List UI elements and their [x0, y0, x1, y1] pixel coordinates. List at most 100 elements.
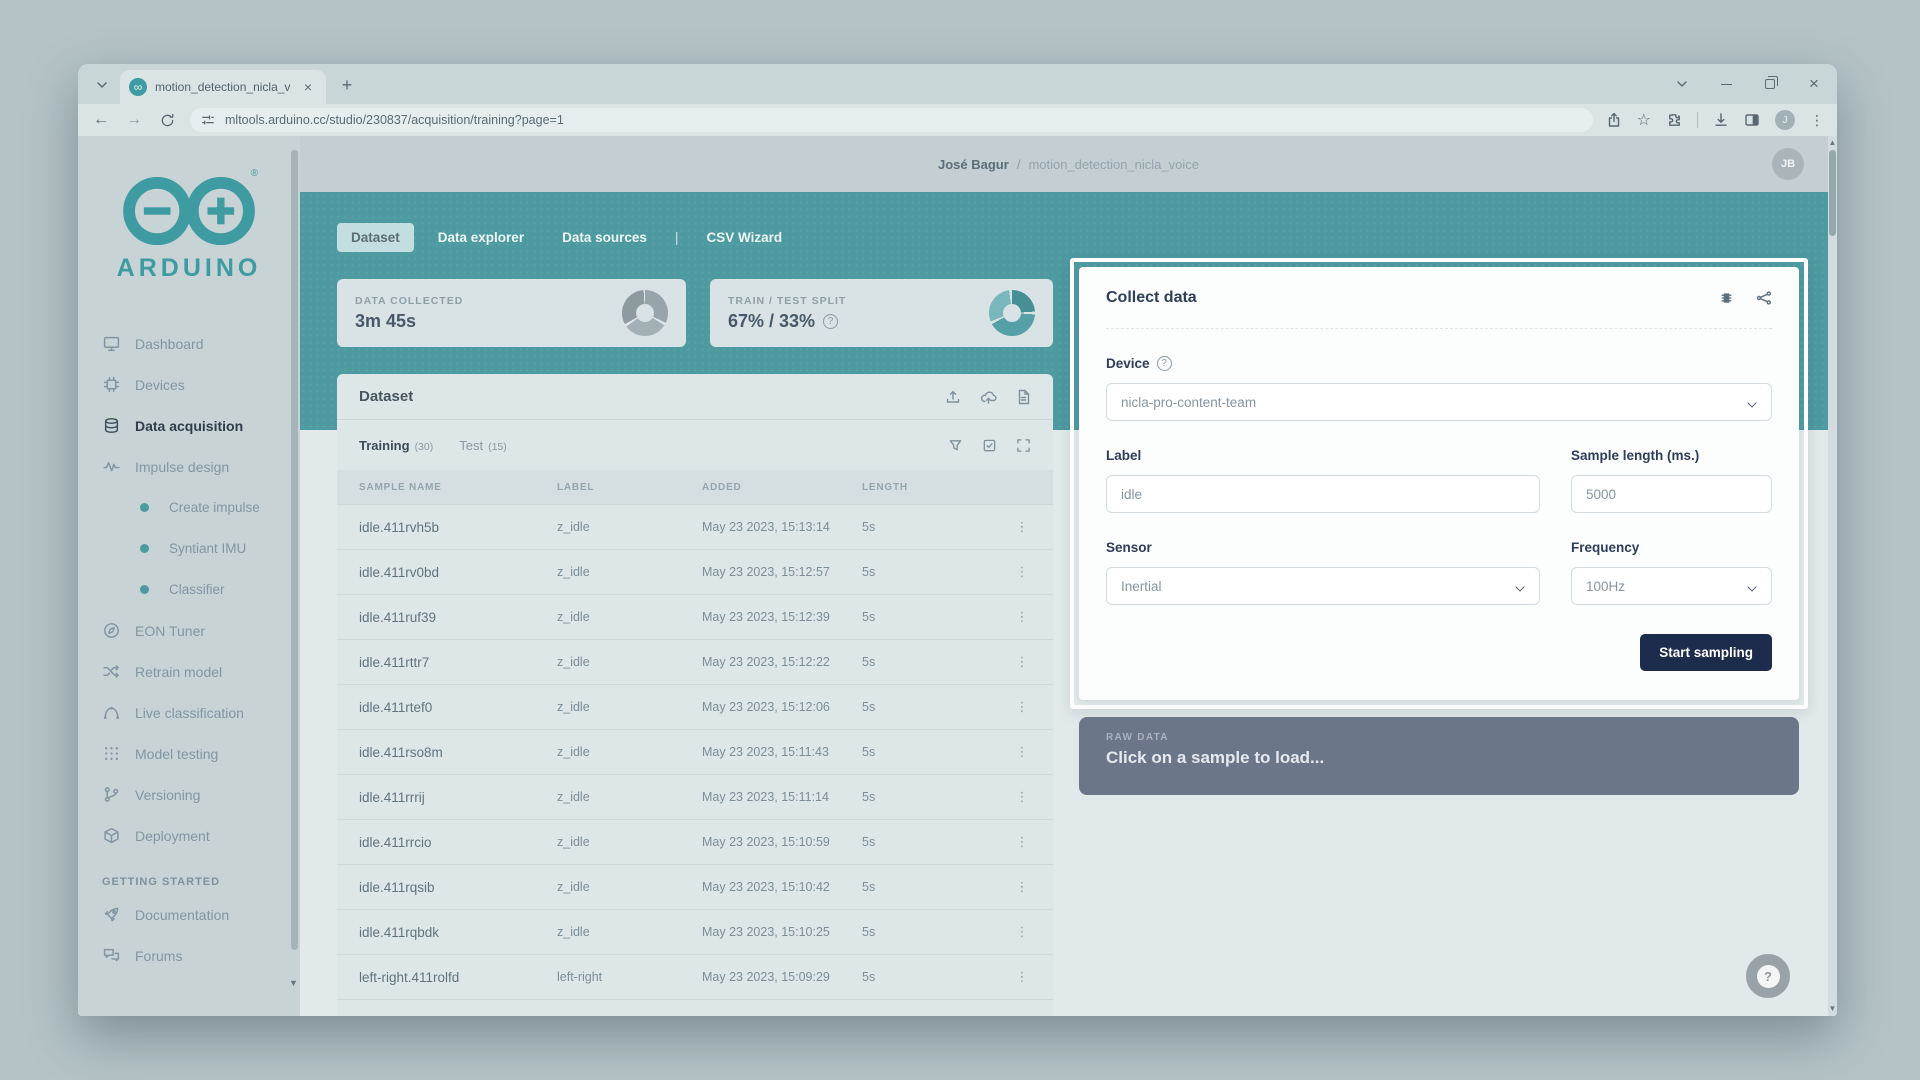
row-menu-button[interactable]: ⋮	[991, 834, 1053, 850]
restore-button[interactable]	[1761, 75, 1779, 93]
scroll-up-icon[interactable]: ▲	[1828, 138, 1837, 147]
table-row[interactable]: idle.411rtef0 z_idle May 23 2023, 15:12:…	[337, 684, 1053, 729]
back-icon[interactable]: ←	[91, 110, 111, 130]
url-bar[interactable]: mltools.arduino.cc/studio/230837/acquisi…	[190, 108, 1593, 132]
table-row[interactable]: idle.411rqbdk z_idle May 23 2023, 15:10:…	[337, 909, 1053, 954]
sidebar-item-impulse-design[interactable]: Impulse design	[78, 446, 300, 487]
filter-icon[interactable]	[948, 438, 963, 453]
table-row[interactable]: idle.411rso8m z_idle May 23 2023, 15:11:…	[337, 729, 1053, 774]
sidebar-item-retrain-model[interactable]: Retrain model	[78, 651, 300, 692]
acquisition-tabs: Dataset Data explorer Data sources | CSV…	[337, 222, 796, 252]
table-row[interactable]: idle.411rrrij z_idle May 23 2023, 15:11:…	[337, 774, 1053, 819]
row-menu-button[interactable]: ⋮	[991, 924, 1053, 940]
user-avatar[interactable]: JB	[1772, 148, 1804, 180]
split-help-icon[interactable]: ?	[823, 314, 838, 329]
reload-icon[interactable]	[157, 110, 177, 130]
row-menu-button[interactable]: ⋮	[991, 699, 1053, 715]
row-menu-button[interactable]: ⋮	[991, 744, 1053, 760]
sidebar-item-eon-tuner[interactable]: EON Tuner	[78, 610, 300, 651]
sidebar-scroll-thumb[interactable]	[291, 150, 298, 950]
device-select[interactable]: nicla-pro-content-team	[1106, 383, 1772, 421]
table-row[interactable]: left-right.411rolfd left-right May 23 20…	[337, 954, 1053, 999]
raw-data-panel: RAW DATA Click on a sample to load...	[1079, 717, 1799, 795]
sidebar-item-deployment[interactable]: Deployment	[78, 815, 300, 856]
main-scroll-thumb[interactable]	[1829, 150, 1836, 236]
row-menu-button[interactable]: ⋮	[991, 654, 1053, 670]
window-controls: ×	[1673, 64, 1823, 104]
table-row[interactable]: idle.411ruf39 z_idle May 23 2023, 15:12:…	[337, 594, 1053, 639]
table-row[interactable]: idle.411rttr7 z_idle May 23 2023, 15:12:…	[337, 639, 1053, 684]
sidebar-item-syntiant-imu[interactable]: Syntiant IMU	[78, 528, 300, 569]
table-row[interactable]: idle.411rvh5b z_idle May 23 2023, 15:13:…	[337, 504, 1053, 549]
row-menu-button[interactable]: ⋮	[991, 519, 1053, 535]
scroll-down-icon[interactable]: ▼	[1828, 1004, 1837, 1013]
tab-data-explorer[interactable]: Data explorer	[424, 223, 538, 252]
usb-nodes-icon[interactable]	[1756, 290, 1772, 306]
help-button[interactable]: ?	[1746, 954, 1790, 998]
training-tab[interactable]: Training (30)	[359, 438, 433, 453]
raw-data-label: RAW DATA	[1106, 732, 1772, 743]
select-checkbox-icon[interactable]	[982, 438, 997, 453]
registered-mark: ®	[251, 168, 258, 179]
test-tab[interactable]: Test (15)	[459, 438, 507, 453]
tab-csv-wizard[interactable]: CSV Wizard	[693, 223, 797, 252]
minimize-button[interactable]	[1717, 75, 1735, 93]
length-cell: 5s	[862, 655, 991, 669]
extensions-icon[interactable]	[1666, 112, 1682, 128]
sidebar-scrollbar[interactable]: ▼	[291, 146, 298, 974]
share-icon[interactable]	[1606, 112, 1622, 128]
row-menu-button[interactable]: ⋮	[991, 609, 1053, 625]
sidebar-item-dashboard[interactable]: Dashboard	[78, 323, 300, 364]
sidebar-scroll-down-icon[interactable]: ▼	[289, 978, 298, 988]
compass-icon	[103, 622, 120, 639]
window-chevron-icon[interactable]	[1673, 75, 1691, 93]
sample-length-input[interactable]: 5000	[1571, 475, 1772, 513]
close-tab-icon[interactable]: ×	[299, 78, 317, 96]
tab-list-chevron-icon[interactable]	[88, 71, 116, 99]
label-input[interactable]: idle	[1106, 475, 1540, 513]
added-cell: May 23 2023, 15:10:25	[702, 925, 862, 939]
sidebar-item-devices[interactable]: Devices	[78, 364, 300, 405]
tab-data-sources[interactable]: Data sources	[548, 223, 661, 252]
expand-icon[interactable]	[1016, 438, 1031, 453]
breadcrumb-user[interactable]: José Bagur	[938, 157, 1009, 172]
row-menu-button[interactable]: ⋮	[991, 564, 1053, 580]
sidebar: ® ARDUINO Dashboard Devices Data acquisi…	[78, 136, 300, 1016]
table-row[interactable]: idle.411rqsib z_idle May 23 2023, 15:10:…	[337, 864, 1053, 909]
close-button[interactable]: ×	[1805, 75, 1823, 93]
device-help-icon[interactable]: ?	[1157, 356, 1172, 371]
sidebar-item-model-testing[interactable]: Model testing	[78, 733, 300, 774]
bookmark-star-icon[interactable]: ☆	[1637, 110, 1651, 130]
row-menu-button[interactable]: ⋮	[991, 789, 1053, 805]
sidebar-item-forums[interactable]: Forums	[78, 935, 300, 976]
label-cell: z_idle	[557, 520, 702, 534]
sensor-select[interactable]: Inertial	[1106, 567, 1540, 605]
main-scrollbar[interactable]: ▲ ▼	[1828, 136, 1837, 1016]
sidebar-item-documentation[interactable]: Documentation	[78, 894, 300, 935]
table-row[interactable]: idle.411rv0bd z_idle May 23 2023, 15:12:…	[337, 549, 1053, 594]
sidebar-item-versioning[interactable]: Versioning	[78, 774, 300, 815]
browser-tab[interactable]: ∞ motion_detection_nicla_voice - ×	[120, 70, 326, 104]
sidebar-item-live-classification[interactable]: Live classification	[78, 692, 300, 733]
sidebar-item-data-acquisition[interactable]: Data acquisition	[78, 405, 300, 446]
profile-avatar[interactable]: J	[1775, 110, 1795, 130]
frequency-select[interactable]: 100Hz	[1571, 567, 1772, 605]
sidebar-item-create-impulse[interactable]: Create impulse	[78, 487, 300, 528]
side-panel-icon[interactable]	[1744, 112, 1760, 128]
download-icon[interactable]	[1713, 112, 1729, 128]
table-row[interactable]: idle.411rrcio z_idle May 23 2023, 15:10:…	[337, 819, 1053, 864]
sidebar-item-classifier[interactable]: Classifier	[78, 569, 300, 610]
forward-icon[interactable]: →	[124, 110, 144, 130]
row-menu-button[interactable]: ⋮	[991, 879, 1053, 895]
new-tab-button[interactable]: +	[334, 72, 360, 98]
upload-icon[interactable]	[945, 389, 961, 405]
start-sampling-button[interactable]: Start sampling	[1640, 634, 1772, 671]
browser-menu-icon[interactable]: ⋮	[1810, 112, 1824, 129]
row-menu-button[interactable]: ⋮	[991, 969, 1053, 985]
device-chip-icon[interactable]	[1719, 290, 1734, 306]
cloud-upload-icon[interactable]	[980, 389, 997, 405]
dataset-panel: Dataset Training (30) Test (15)	[337, 374, 1053, 1016]
chat-bubbles-icon	[103, 947, 120, 964]
file-icon[interactable]	[1016, 389, 1031, 405]
tab-dataset[interactable]: Dataset	[337, 223, 414, 252]
